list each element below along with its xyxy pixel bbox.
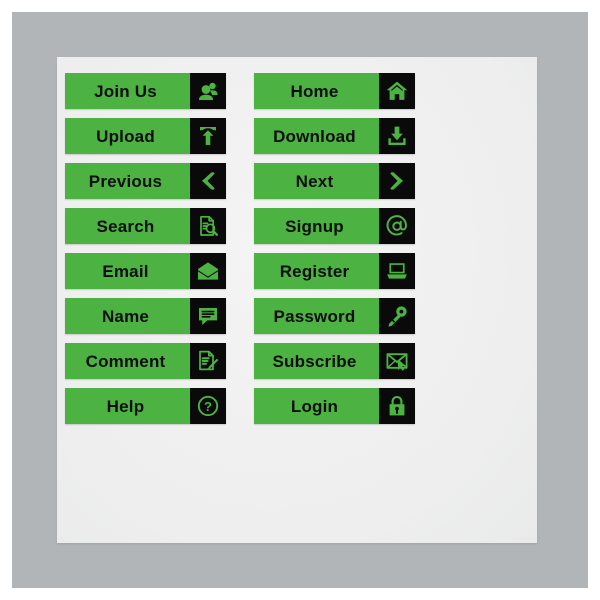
button-board: Join Us Upload Previous Search Email Nam… bbox=[65, 73, 415, 424]
button-label: Next bbox=[295, 171, 334, 191]
button-label: Subscribe bbox=[272, 351, 357, 371]
chevron-right-icon bbox=[379, 163, 415, 199]
download-arrow-icon bbox=[379, 118, 415, 154]
button-upload[interactable]: Upload bbox=[65, 118, 226, 154]
house-icon bbox=[379, 73, 415, 109]
button-label: Help bbox=[106, 396, 145, 416]
button-label: Search bbox=[96, 216, 155, 236]
chevron-left-icon bbox=[190, 163, 226, 199]
button-label: Comment bbox=[85, 351, 166, 371]
envelope-open-icon bbox=[190, 253, 226, 289]
button-join-us[interactable]: Join Us bbox=[65, 73, 226, 109]
button-login[interactable]: Login bbox=[254, 388, 415, 424]
button-label: Login bbox=[290, 396, 339, 416]
button-search[interactable]: Search bbox=[65, 208, 226, 244]
svg-text:?: ? bbox=[204, 399, 212, 414]
upload-arrow-icon bbox=[190, 118, 226, 154]
button-label: Register bbox=[279, 261, 350, 281]
button-password[interactable]: Password bbox=[254, 298, 415, 334]
laptop-icon bbox=[379, 253, 415, 289]
button-help[interactable]: Help ? bbox=[65, 388, 226, 424]
button-email[interactable]: Email bbox=[65, 253, 226, 289]
padlock-icon bbox=[379, 388, 415, 424]
speech-bubble-icon bbox=[190, 298, 226, 334]
button-home[interactable]: Home bbox=[254, 73, 415, 109]
button-next[interactable]: Next bbox=[254, 163, 415, 199]
at-sign-icon bbox=[379, 208, 415, 244]
button-download[interactable]: Download bbox=[254, 118, 415, 154]
document-pen-icon bbox=[190, 343, 226, 379]
screenshot-stage: Join Us Upload Previous Search Email Nam… bbox=[0, 0, 600, 600]
button-register[interactable]: Register bbox=[254, 253, 415, 289]
button-previous[interactable]: Previous bbox=[65, 163, 226, 199]
button-label: Password bbox=[273, 306, 356, 326]
button-label: Previous bbox=[88, 171, 163, 191]
button-label: Join Us bbox=[94, 81, 157, 101]
button-subscribe[interactable]: Subscribe bbox=[254, 343, 415, 379]
button-label: Email bbox=[102, 261, 149, 281]
users-icon bbox=[190, 73, 226, 109]
button-label: Name bbox=[101, 306, 150, 326]
envelope-cursor-icon bbox=[379, 343, 415, 379]
key-icon bbox=[379, 298, 415, 334]
document-search-icon bbox=[190, 208, 226, 244]
button-label: Signup bbox=[285, 216, 344, 236]
button-label: Upload bbox=[96, 126, 155, 146]
button-label: Download bbox=[273, 126, 356, 146]
left-column: Join Us Upload Previous Search Email Nam… bbox=[65, 73, 226, 424]
question-circle-icon: ? bbox=[190, 388, 226, 424]
button-label: Home bbox=[290, 81, 339, 101]
button-name[interactable]: Name bbox=[65, 298, 226, 334]
button-comment[interactable]: Comment bbox=[65, 343, 226, 379]
right-column: Home Download Next Signup Register Passw… bbox=[254, 73, 415, 424]
button-signup[interactable]: Signup bbox=[254, 208, 415, 244]
